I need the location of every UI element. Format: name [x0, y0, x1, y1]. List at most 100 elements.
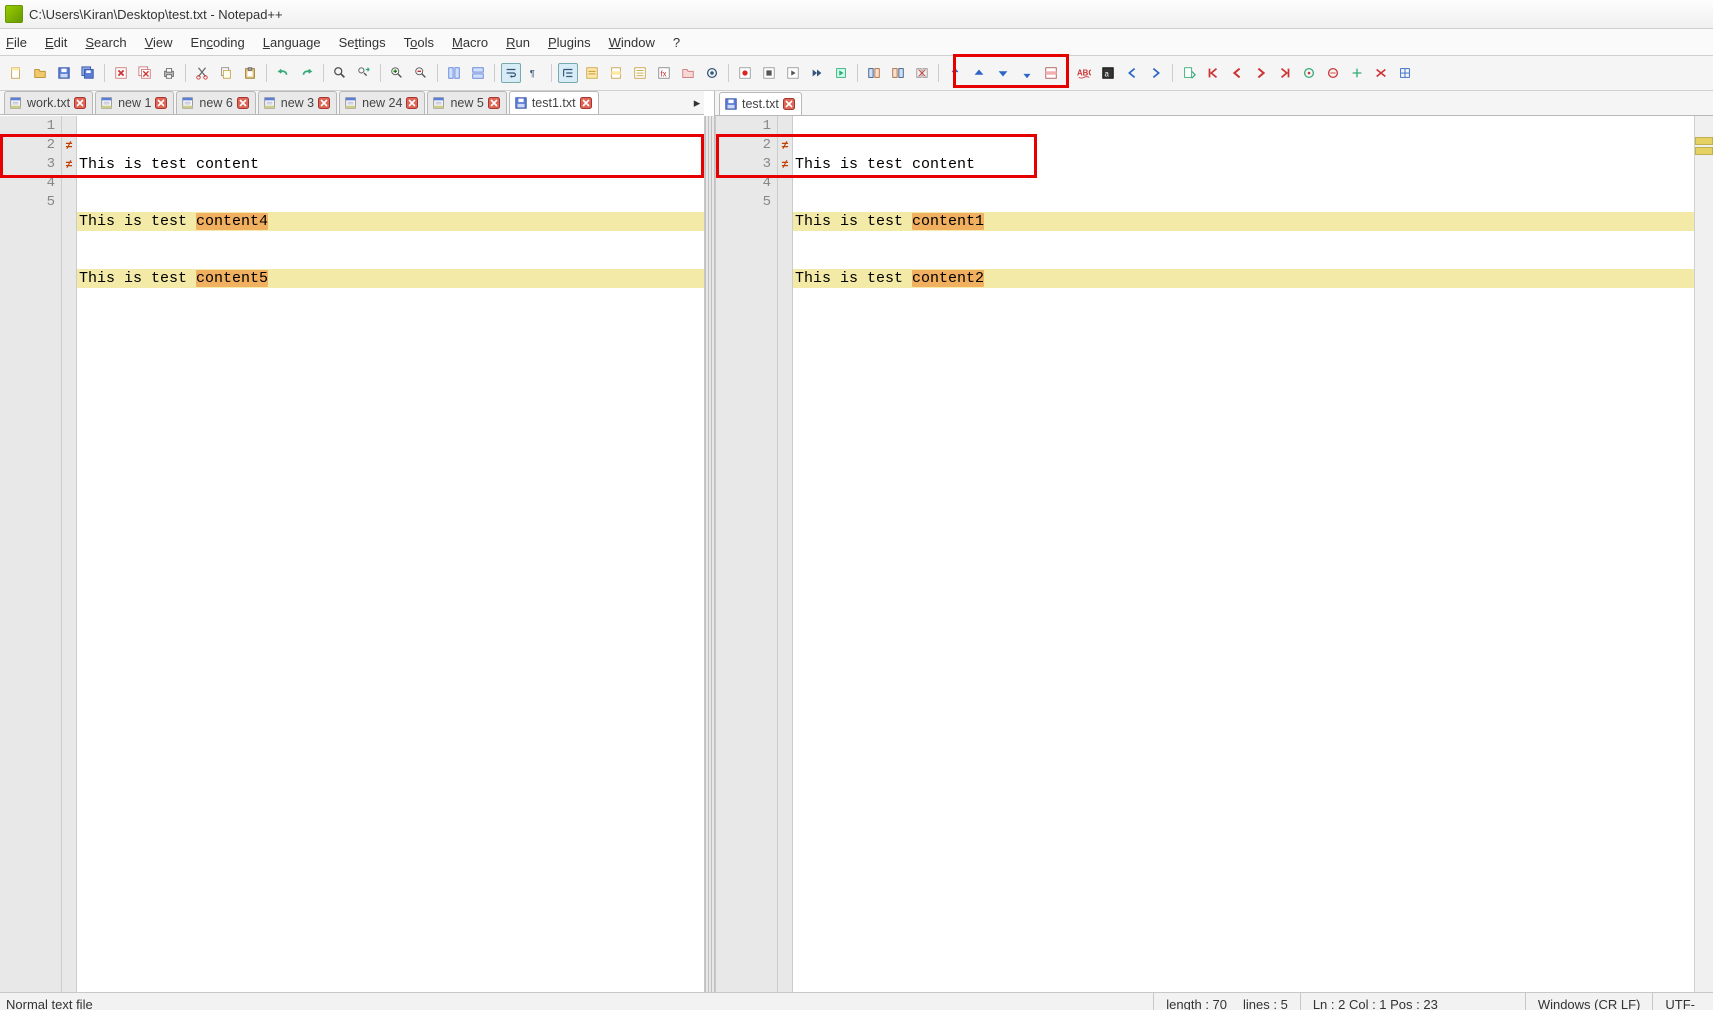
menu-language[interactable]: Language [263, 35, 321, 50]
extra-icon-5[interactable] [1395, 63, 1415, 83]
next-diff-icon[interactable] [993, 63, 1013, 83]
diff-overview-ruler[interactable] [1694, 116, 1713, 992]
tabstrip-left: work.txtnew 1new 6new 3new 24new 5test1.… [0, 91, 704, 115]
first-bookmark-icon[interactable] [1203, 63, 1223, 83]
tab-close-icon[interactable] [580, 97, 592, 109]
record-macro-icon[interactable] [735, 63, 755, 83]
menu-settings[interactable]: Settings [339, 35, 386, 50]
menu-run[interactable]: Run [506, 35, 530, 50]
play-multi-icon[interactable] [807, 63, 827, 83]
play-macro-icon[interactable] [783, 63, 803, 83]
code-line [793, 383, 1713, 402]
close-icon[interactable] [111, 63, 131, 83]
menu-search[interactable]: Search [85, 35, 126, 50]
sync-hscroll-icon[interactable] [468, 63, 488, 83]
menu-edit[interactable]: Edit [45, 35, 67, 50]
stop-macro-icon[interactable] [759, 63, 779, 83]
code-area-right[interactable]: 1 2 3 4 5 ≠ ≠ This is test content This … [716, 116, 1713, 992]
find-icon[interactable] [330, 63, 350, 83]
menu-plugins[interactable]: Plugins [548, 35, 591, 50]
status-encoding[interactable]: UTF- [1652, 993, 1707, 1010]
compare-icon-2[interactable] [888, 63, 908, 83]
tab-close-icon[interactable] [237, 97, 249, 109]
user-lang-icon[interactable] [582, 63, 602, 83]
zoom-out-icon[interactable] [411, 63, 431, 83]
status-bar: Normal text file length : 70 lines : 5 L… [0, 992, 1713, 1010]
svg-text:ABC: ABC [1077, 69, 1091, 78]
monitoring-icon[interactable] [702, 63, 722, 83]
save-icon[interactable] [54, 63, 74, 83]
tab-left-5[interactable]: new 5 [427, 91, 506, 114]
print-icon[interactable] [159, 63, 179, 83]
menu-file[interactable]: File [6, 35, 27, 50]
status-filetype: Normal text file [6, 993, 105, 1010]
prev-diff-icon[interactable] [969, 63, 989, 83]
extra-icon-4[interactable] [1371, 63, 1391, 83]
menu-encoding[interactable]: Encoding [191, 35, 245, 50]
code-lines-right[interactable]: This is test content This is test conten… [793, 116, 1713, 992]
copy-icon[interactable] [216, 63, 236, 83]
save-all-icon[interactable] [78, 63, 98, 83]
zoom-in-icon[interactable] [387, 63, 407, 83]
code-lines-left[interactable]: This is test content This is test conten… [77, 116, 704, 992]
splitter[interactable] [704, 116, 716, 992]
svg-text:¶: ¶ [530, 69, 535, 80]
next-bookmark-icon[interactable] [1251, 63, 1271, 83]
doc-list-icon[interactable] [630, 63, 650, 83]
compare-icon-1[interactable] [864, 63, 884, 83]
extra-icon-1[interactable] [1299, 63, 1319, 83]
indent-guide-icon[interactable] [558, 63, 578, 83]
show-all-chars-icon[interactable]: ¶ [525, 63, 545, 83]
folder-workspace-icon[interactable] [678, 63, 698, 83]
menu-tools[interactable]: Tools [404, 35, 434, 50]
new-file-icon[interactable] [6, 63, 26, 83]
menu-macro[interactable]: Macro [452, 35, 488, 50]
tab-close-icon[interactable] [74, 97, 86, 109]
spellcheck-icon[interactable]: ABC [1074, 63, 1094, 83]
menu-window[interactable]: Window [609, 35, 655, 50]
extra-icon-2[interactable] [1323, 63, 1343, 83]
tab-left-0[interactable]: work.txt [4, 91, 93, 114]
tab-close-icon[interactable] [318, 97, 330, 109]
tab-left-2[interactable]: new 6 [176, 91, 255, 114]
spellcheck-toggle-icon[interactable]: a [1098, 63, 1118, 83]
tab-left-1[interactable]: new 1 [95, 91, 174, 114]
undo-icon[interactable] [273, 63, 293, 83]
wordwrap-icon[interactable] [501, 63, 521, 83]
last-bookmark-icon[interactable] [1275, 63, 1295, 83]
nav-bar-icon[interactable] [1041, 63, 1061, 83]
menu-help[interactable]: ? [673, 35, 680, 50]
code-area-left[interactable]: 1 2 3 4 5 ≠ ≠ This is test content This … [0, 116, 704, 992]
next-misspell-icon[interactable] [1146, 63, 1166, 83]
tab-left-6[interactable]: test1.txt [509, 91, 599, 114]
tab-close-icon[interactable] [488, 97, 500, 109]
tabstrip-overflow-icon[interactable]: ▸ [690, 91, 704, 115]
paste-icon[interactable] [240, 63, 260, 83]
close-all-icon[interactable] [135, 63, 155, 83]
svg-text:fx: fx [661, 70, 667, 79]
compare-clear-icon[interactable] [912, 63, 932, 83]
doc-map-icon[interactable] [606, 63, 626, 83]
cut-icon[interactable] [192, 63, 212, 83]
sync-vscroll-icon[interactable] [444, 63, 464, 83]
tab-left-4[interactable]: new 24 [339, 91, 425, 114]
prev-bookmark-icon[interactable] [1227, 63, 1247, 83]
extra-icon-3[interactable] [1347, 63, 1367, 83]
nppexport-icon[interactable] [1179, 63, 1199, 83]
status-eol[interactable]: Windows (CR LF) [1525, 993, 1653, 1010]
func-list-icon[interactable]: fx [654, 63, 674, 83]
prev-misspell-icon[interactable] [1122, 63, 1142, 83]
editor-split: 1 2 3 4 5 ≠ ≠ This is test content This … [0, 116, 1713, 992]
open-file-icon[interactable] [30, 63, 50, 83]
tab-right-0[interactable]: test.txt [719, 92, 802, 115]
tab-close-icon[interactable] [155, 97, 167, 109]
redo-icon[interactable] [297, 63, 317, 83]
tab-left-3[interactable]: new 3 [258, 91, 337, 114]
save-macro-icon[interactable] [831, 63, 851, 83]
replace-icon[interactable] [354, 63, 374, 83]
last-diff-icon[interactable] [1017, 63, 1037, 83]
tab-close-icon[interactable] [783, 98, 795, 110]
first-diff-icon[interactable] [945, 63, 965, 83]
menu-view[interactable]: View [145, 35, 173, 50]
tab-close-icon[interactable] [406, 97, 418, 109]
